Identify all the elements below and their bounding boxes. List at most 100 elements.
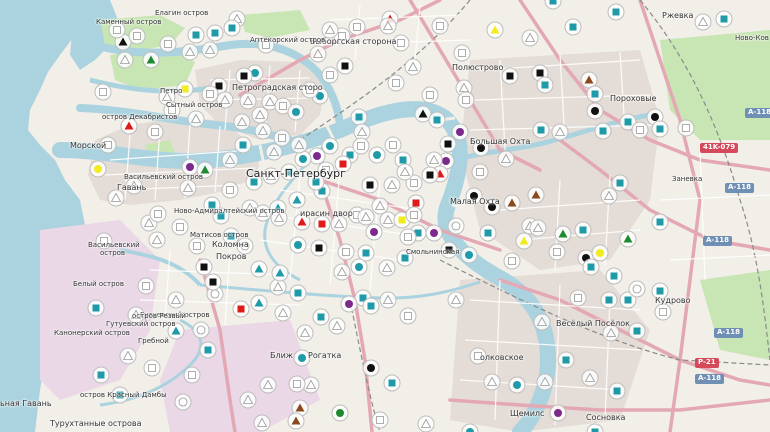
map-marker-teal-square[interactable]	[206, 24, 224, 42]
map-marker-black-circle[interactable]	[586, 102, 604, 120]
map-marker-teal-square[interactable]	[651, 120, 669, 138]
map-marker-teal-triangle[interactable]	[271, 264, 289, 282]
map-marker-white-triangle[interactable]	[254, 122, 272, 140]
map-marker-white-triangle[interactable]	[378, 259, 396, 277]
map-marker-white-triangle[interactable]	[265, 143, 283, 161]
map-marker-white-triangle[interactable]	[274, 304, 292, 322]
map-marker-purple-circle[interactable]	[549, 404, 567, 422]
map-marker-white-square[interactable]	[405, 206, 423, 224]
map-marker-white-triangle[interactable]	[404, 58, 422, 76]
map-marker-green-triangle[interactable]	[554, 225, 572, 243]
map-marker-white-triangle[interactable]	[167, 291, 185, 309]
map-marker-teal-circle[interactable]	[321, 137, 339, 155]
map-marker-teal-circle[interactable]	[289, 236, 307, 254]
map-marker-white-square[interactable]	[399, 307, 417, 325]
map-marker-teal-circle[interactable]	[287, 103, 305, 121]
map-marker-white-triangle[interactable]	[497, 150, 515, 168]
map-marker-teal-square[interactable]	[574, 221, 592, 239]
map-marker-yellow-triangle[interactable]	[486, 21, 504, 39]
map-marker-white-circle[interactable]	[174, 393, 192, 411]
map-marker-teal-circle[interactable]	[294, 150, 312, 168]
map-marker-white-triangle[interactable]	[600, 187, 618, 205]
map-marker-green-circle[interactable]	[331, 404, 349, 422]
map-marker-white-square[interactable]	[631, 121, 649, 139]
map-marker-teal-square[interactable]	[350, 108, 368, 126]
map-marker-white-square[interactable]	[384, 136, 402, 154]
map-marker-teal-square[interactable]	[536, 76, 554, 94]
map-marker-black-circle[interactable]	[362, 359, 380, 377]
map-marker-purple-circle[interactable]	[451, 123, 469, 141]
map-marker-white-square[interactable]	[348, 18, 366, 36]
map-marker-teal-square[interactable]	[594, 122, 612, 140]
map-marker-teal-square[interactable]	[651, 213, 669, 231]
map-marker-white-square[interactable]	[569, 289, 587, 307]
map-marker-white-square[interactable]	[149, 205, 167, 223]
map-marker-white-triangle[interactable]	[333, 263, 351, 281]
map-marker-white-square[interactable]	[371, 411, 389, 429]
map-marker-white-square[interactable]	[201, 85, 219, 103]
map-marker-black-square[interactable]	[361, 176, 379, 194]
map-marker-teal-triangle[interactable]	[250, 260, 268, 278]
map-marker-white-square[interactable]	[431, 17, 449, 35]
map-marker-white-square[interactable]	[188, 237, 206, 255]
map-marker-white-square[interactable]	[137, 277, 155, 295]
map-marker-white-square[interactable]	[288, 375, 306, 393]
map-marker-purple-circle[interactable]	[365, 223, 383, 241]
map-marker-teal-square[interactable]	[362, 297, 380, 315]
map-marker-teal-square[interactable]	[628, 322, 646, 340]
map-marker-yellow-circle[interactable]	[591, 244, 609, 262]
map-marker-white-square[interactable]	[146, 123, 164, 141]
map-marker-white-square[interactable]	[128, 27, 146, 45]
map-marker-white-square[interactable]	[548, 243, 566, 261]
map-marker-white-square[interactable]	[457, 91, 475, 109]
map-marker-white-square[interactable]	[421, 86, 439, 104]
map-marker-white-triangle[interactable]	[259, 376, 277, 394]
map-marker-white-triangle[interactable]	[251, 106, 269, 124]
map-marker-teal-square[interactable]	[564, 18, 582, 36]
map-marker-green-triangle[interactable]	[142, 51, 160, 69]
map-marker-white-triangle[interactable]	[379, 17, 397, 35]
map-marker-teal-square[interactable]	[586, 85, 604, 103]
map-marker-black-square[interactable]	[235, 67, 253, 85]
map-marker-white-triangle[interactable]	[233, 113, 251, 131]
map-marker-teal-square[interactable]	[199, 341, 217, 359]
map-canvas[interactable]: Петроградская сторо Выборгская сторона Апт…	[0, 0, 770, 432]
map-marker-white-triangle[interactable]	[536, 373, 554, 391]
map-marker-teal-triangle[interactable]	[288, 191, 306, 209]
map-marker-white-square[interactable]	[503, 252, 521, 270]
map-marker-white-triangle[interactable]	[239, 391, 257, 409]
map-marker-teal-square[interactable]	[582, 258, 600, 276]
map-marker-white-circle[interactable]	[192, 321, 210, 339]
map-marker-white-triangle[interactable]	[551, 123, 569, 141]
map-marker-white-square[interactable]	[221, 181, 239, 199]
map-marker-white-triangle[interactable]	[148, 231, 166, 249]
map-marker-white-triangle[interactable]	[379, 291, 397, 309]
map-marker-white-triangle[interactable]	[694, 13, 712, 31]
map-marker-white-square[interactable]	[94, 83, 112, 101]
map-marker-white-triangle[interactable]	[269, 278, 287, 296]
map-marker-teal-circle[interactable]	[460, 246, 478, 264]
map-marker-green-triangle[interactable]	[619, 230, 637, 248]
map-marker-teal-square[interactable]	[187, 26, 205, 44]
map-marker-white-triangle[interactable]	[383, 176, 401, 194]
map-marker-teal-circle[interactable]	[508, 376, 526, 394]
map-marker-white-triangle[interactable]	[309, 45, 327, 63]
map-marker-teal-square[interactable]	[357, 244, 375, 262]
map-marker-purple-circle[interactable]	[425, 224, 443, 242]
map-marker-white-square[interactable]	[677, 119, 695, 137]
map-marker-white-triangle[interactable]	[179, 179, 197, 197]
map-marker-white-triangle[interactable]	[107, 189, 125, 207]
map-marker-purple-circle[interactable]	[340, 295, 358, 313]
map-marker-teal-square[interactable]	[223, 19, 241, 37]
map-marker-teal-square[interactable]	[715, 10, 733, 28]
map-marker-red-square[interactable]	[232, 300, 250, 318]
map-marker-white-circle[interactable]	[628, 280, 646, 298]
map-marker-teal-square[interactable]	[605, 267, 623, 285]
map-marker-white-triangle[interactable]	[417, 415, 435, 432]
map-marker-white-triangle[interactable]	[357, 208, 375, 226]
map-marker-white-triangle[interactable]	[187, 110, 205, 128]
map-marker-white-triangle[interactable]	[483, 373, 501, 391]
map-marker-white-triangle[interactable]	[581, 369, 599, 387]
map-marker-teal-square[interactable]	[608, 382, 626, 400]
map-marker-teal-triangle[interactable]	[250, 294, 268, 312]
